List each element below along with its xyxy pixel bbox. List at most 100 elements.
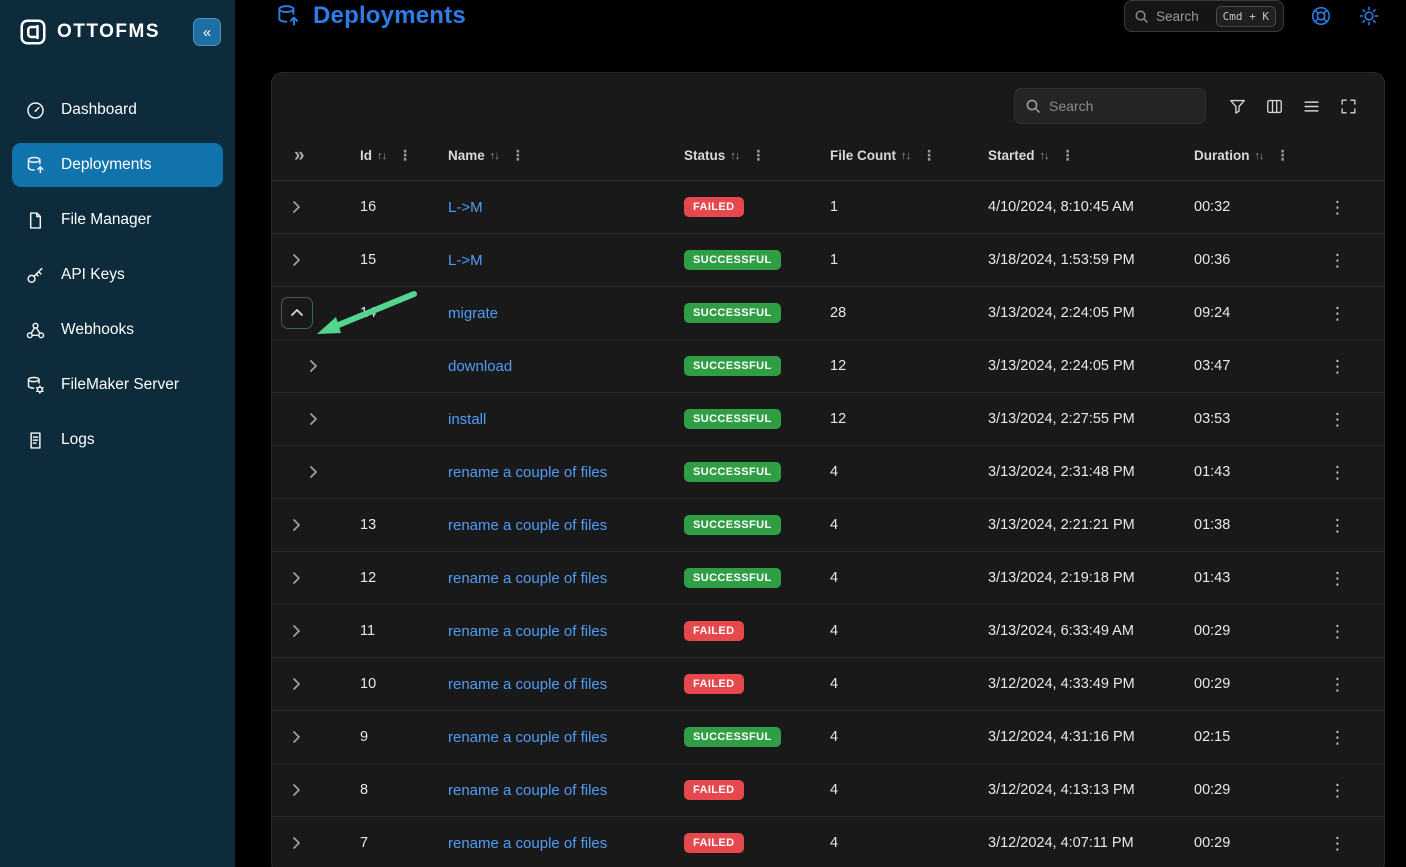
row-menu-icon[interactable]: ⋮ (1329, 305, 1346, 322)
deployment-name-link[interactable]: rename a couple of files (448, 835, 607, 852)
deployment-name-link[interactable]: L->M (448, 199, 483, 216)
sidebar: OTTOFMS « Dashboard Deployments File Manag… (0, 0, 235, 867)
status-badge: FAILED (684, 780, 744, 800)
table-toolbar (272, 81, 1384, 131)
expand-all-icon[interactable]: » (294, 146, 305, 165)
column-label: File Count (830, 148, 896, 163)
row-menu-icon[interactable]: ⋮ (1329, 835, 1346, 852)
theme-toggle-icon[interactable] (1358, 5, 1380, 27)
sort-icon[interactable]: ↑↓ (901, 150, 910, 162)
deployment-name-link[interactable]: rename a couple of files (448, 623, 607, 640)
sidebar-item-logs[interactable]: Logs (12, 418, 223, 462)
global-search-placeholder: Search (1156, 9, 1209, 24)
table-search-input[interactable] (1049, 98, 1230, 114)
row-density-icon[interactable] (1302, 97, 1321, 116)
deployment-name-link[interactable]: L->M (448, 252, 483, 269)
row-menu-icon[interactable]: ⋮ (1329, 676, 1346, 693)
gauge-icon (25, 100, 46, 121)
deployment-name-link[interactable]: rename a couple of files (448, 464, 607, 481)
deployment-name-link[interactable]: download (448, 358, 512, 375)
cell-started: 3/13/2024, 2:24:05 PM (964, 358, 1170, 374)
deployment-name-link[interactable]: rename a couple of files (448, 729, 607, 746)
expand-row-icon[interactable] (288, 517, 304, 533)
help-icon[interactable] (1310, 5, 1332, 27)
column-menu-icon[interactable]: ⋮ (511, 147, 525, 164)
sidebar-collapse-button[interactable]: « (193, 18, 221, 46)
expand-row-icon[interactable] (305, 464, 321, 480)
sidebar-item-label: File Manager (61, 211, 151, 229)
table-search (1014, 88, 1206, 124)
sidebar-item-label: Dashboard (61, 101, 137, 119)
row-menu-icon[interactable]: ⋮ (1329, 199, 1346, 216)
filter-icon[interactable] (1228, 97, 1247, 116)
sidebar-item-api-keys[interactable]: API Keys (12, 253, 223, 297)
cell-started: 3/13/2024, 2:19:18 PM (964, 570, 1170, 586)
column-label: Id (360, 148, 372, 163)
table-row: 13rename a couple of filesSUCCESSFUL43/1… (272, 499, 1384, 552)
main-area: Deployments Search Cmd + K (235, 0, 1406, 867)
column-header-name: Name↑↓⋮ (424, 147, 660, 164)
expand-row-icon[interactable] (288, 623, 304, 639)
sort-icon[interactable]: ↑↓ (1040, 150, 1049, 162)
deployment-name-link[interactable]: rename a couple of files (448, 782, 607, 799)
sort-icon[interactable]: ↑↓ (377, 150, 386, 162)
sidebar-item-label: FileMaker Server (61, 376, 179, 394)
cell-file-count: 12 (806, 411, 964, 427)
columns-icon[interactable] (1265, 97, 1284, 116)
deployments-table-card: »Id↑↓⋮Name↑↓⋮Status↑↓⋮File Count↑↓⋮Start… (272, 73, 1384, 867)
sort-icon[interactable]: ↑↓ (730, 150, 739, 162)
deploy-icon (25, 155, 46, 176)
cell-started: 3/13/2024, 2:24:05 PM (964, 305, 1170, 321)
table-row: rename a couple of filesSUCCESSFUL43/13/… (272, 446, 1384, 499)
expand-row-icon[interactable] (288, 199, 304, 215)
sidebar-item-dashboard[interactable]: Dashboard (12, 88, 223, 132)
collapse-row-button[interactable] (281, 297, 313, 329)
file-icon (25, 210, 46, 231)
column-menu-icon[interactable]: ⋮ (751, 147, 765, 164)
row-menu-icon[interactable]: ⋮ (1329, 570, 1346, 587)
row-menu-icon[interactable]: ⋮ (1329, 358, 1346, 375)
cell-id: 14 (336, 305, 424, 321)
row-menu-icon[interactable]: ⋮ (1329, 252, 1346, 269)
column-menu-icon[interactable]: ⋮ (1061, 147, 1075, 164)
column-menu-icon[interactable]: ⋮ (398, 147, 412, 164)
sort-icon[interactable]: ↑↓ (1255, 150, 1264, 162)
expand-row-icon[interactable] (288, 676, 304, 692)
cell-started: 3/18/2024, 1:53:59 PM (964, 252, 1170, 268)
cell-duration: 00:29 (1170, 676, 1290, 692)
expand-row-icon[interactable] (305, 358, 321, 374)
sidebar-item-filemaker-server[interactable]: FileMaker Server (12, 363, 223, 407)
column-menu-icon[interactable]: ⋮ (1276, 147, 1290, 164)
global-search[interactable]: Search Cmd + K (1124, 0, 1284, 32)
sort-icon[interactable]: ↑↓ (490, 150, 499, 162)
cell-id: 10 (336, 676, 424, 692)
cell-duration: 00:32 (1170, 199, 1290, 215)
fullscreen-icon[interactable] (1339, 97, 1358, 116)
deployment-name-link[interactable]: install (448, 411, 486, 428)
deployment-name-link[interactable]: rename a couple of files (448, 676, 607, 693)
row-menu-icon[interactable]: ⋮ (1329, 517, 1346, 534)
row-menu-icon[interactable]: ⋮ (1329, 411, 1346, 428)
row-menu-icon[interactable]: ⋮ (1329, 464, 1346, 481)
expand-row-icon[interactable] (288, 252, 304, 268)
sidebar-item-file-manager[interactable]: File Manager (12, 198, 223, 242)
sidebar-item-deployments[interactable]: Deployments (12, 143, 223, 187)
column-menu-icon[interactable]: ⋮ (922, 147, 936, 164)
sidebar-header: OTTOFMS « (0, 0, 235, 64)
table-row: 14migrateSUCCESSFUL283/13/2024, 2:24:05 … (272, 287, 1384, 340)
deployment-name-link[interactable]: migrate (448, 305, 498, 322)
cell-started: 3/13/2024, 6:33:49 AM (964, 623, 1170, 639)
deployment-name-link[interactable]: rename a couple of files (448, 517, 607, 534)
expand-row-icon[interactable] (288, 570, 304, 586)
cell-id: 11 (336, 623, 424, 639)
expand-row-icon[interactable] (305, 411, 321, 427)
expand-row-icon[interactable] (288, 835, 304, 851)
cell-started: 4/10/2024, 8:10:45 AM (964, 199, 1170, 215)
expand-row-icon[interactable] (288, 782, 304, 798)
deployment-name-link[interactable]: rename a couple of files (448, 570, 607, 587)
sidebar-item-webhooks[interactable]: Webhooks (12, 308, 223, 352)
row-menu-icon[interactable]: ⋮ (1329, 729, 1346, 746)
expand-row-icon[interactable] (288, 729, 304, 745)
row-menu-icon[interactable]: ⋮ (1329, 623, 1346, 640)
row-menu-icon[interactable]: ⋮ (1329, 782, 1346, 799)
